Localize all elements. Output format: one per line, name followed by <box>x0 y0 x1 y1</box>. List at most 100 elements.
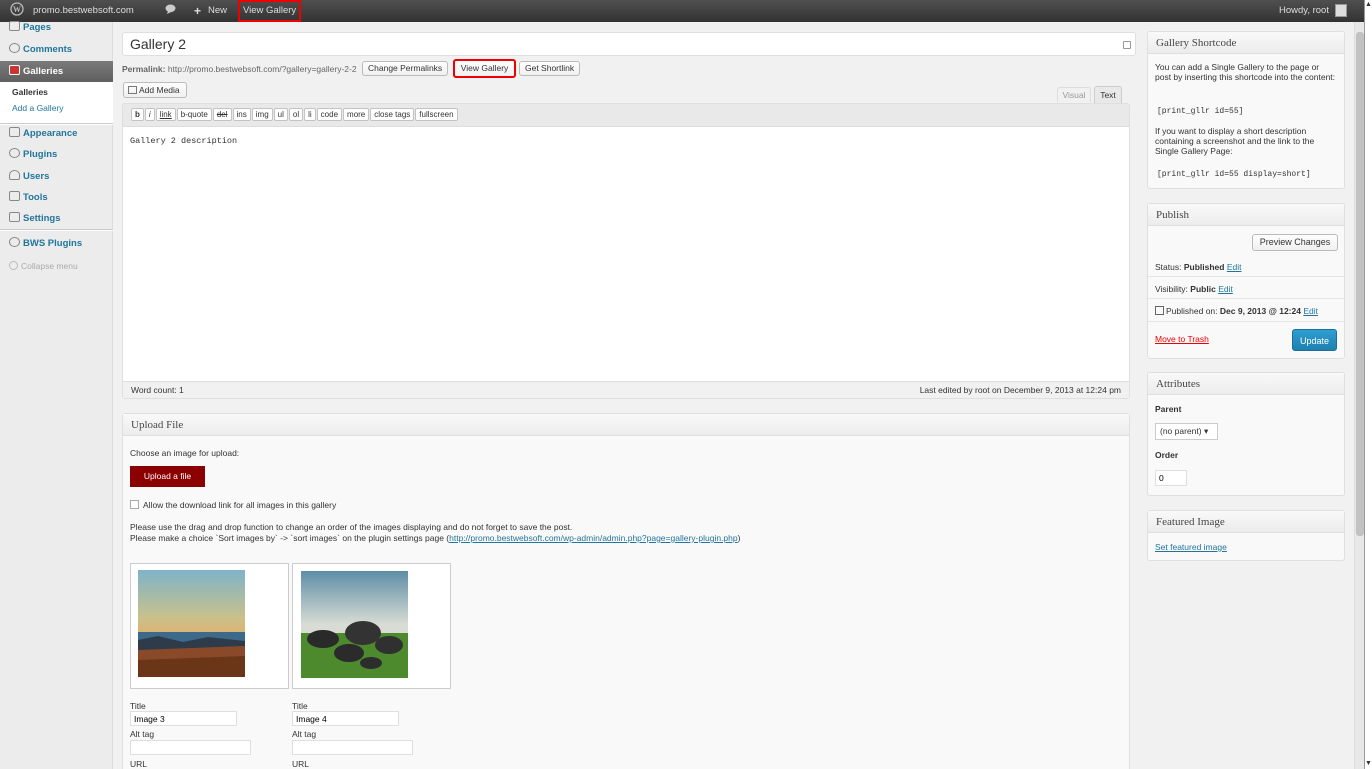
change-permalinks-button[interactable]: Change Permalinks <box>362 61 449 76</box>
menu-label: Users <box>23 171 50 182</box>
image-4-title-input[interactable] <box>292 711 399 726</box>
media-icon <box>128 86 137 94</box>
howdy-user-menu[interactable]: Howdy, root <box>1279 0 1329 22</box>
order-label: Order <box>1155 450 1179 460</box>
site-name-link[interactable]: promo.bestwebsoft.com <box>33 0 134 22</box>
menu-item-tools[interactable]: Tools <box>0 187 113 208</box>
submenu-galleries[interactable]: Galleries <box>12 87 48 97</box>
add-media-label: Add Media <box>139 85 180 95</box>
permalink-url[interactable]: http://promo.bestwebsoft.com/?gallery=ga… <box>168 64 357 74</box>
menu-label: Settings <box>23 213 61 224</box>
drag-drop-note: Please use the drag and drop function to… <box>130 522 573 532</box>
quicktag-button[interactable]: code <box>316 108 343 121</box>
add-media-button[interactable]: Add Media <box>123 82 187 98</box>
menu-label: Tools <box>23 192 48 203</box>
published-value: Dec 9, 2013 @ 12:24 <box>1219 306 1301 316</box>
menu-item-settings[interactable]: Settings <box>0 208 113 229</box>
menu-item-galleries[interactable]: Galleries <box>0 61 113 82</box>
scroll-up-arrow-icon[interactable]: ▲ <box>1365 0 1372 10</box>
user-avatar[interactable] <box>1335 4 1347 17</box>
comments-bubble-icon[interactable] <box>165 0 176 22</box>
post-title-input[interactable]: Gallery 2 <box>122 32 1136 56</box>
gallery-image-card[interactable] <box>130 563 289 689</box>
help-icon[interactable] <box>1123 41 1131 49</box>
menu-item-comments[interactable]: Comments <box>0 39 113 60</box>
quicktag-button[interactable]: b-quote <box>176 108 212 121</box>
galleries-submenu: Galleries Add a Gallery <box>0 82 113 123</box>
visibility-edit-link[interactable]: Edit <box>1218 284 1233 294</box>
image-3-alt-input[interactable] <box>130 740 251 755</box>
quicktag-button[interactable]: more <box>343 108 370 121</box>
image-4-alt-label: Alt tag <box>292 729 317 739</box>
tab-visual[interactable]: Visual <box>1057 87 1091 102</box>
scrollbar-thumb[interactable] <box>1356 32 1364 536</box>
image-3-title-input[interactable] <box>130 711 237 726</box>
quicktag-button[interactable]: ins <box>232 108 251 121</box>
tools-icon <box>9 191 20 201</box>
collapse-menu-button[interactable]: Collapse menu <box>0 256 113 277</box>
view-gallery-adminbar-link[interactable]: View Gallery <box>238 0 302 22</box>
gallery-image-card[interactable] <box>292 563 451 689</box>
publish-box: Publish Preview Changes Status: Publishe… <box>1147 203 1345 359</box>
submenu-add-gallery[interactable]: Add a Gallery <box>12 103 64 113</box>
quicktag-button[interactable]: i <box>144 108 155 121</box>
menu-item-users[interactable]: Users <box>0 166 113 187</box>
publish-title: Publish <box>1148 204 1344 226</box>
wordpress-logo-icon[interactable]: W <box>8 0 26 22</box>
plugin-settings-link[interactable]: http://promo.bestwebsoft.com/wp-admin/ad… <box>449 533 737 543</box>
image-4-thumbnail <box>301 571 408 678</box>
quicktag-button[interactable]: b <box>131 108 144 121</box>
image-3-thumbnail <box>138 570 245 677</box>
pages-icon <box>9 21 20 31</box>
parent-label: Parent <box>1155 404 1182 414</box>
get-shortlink-button[interactable]: Get Shortlink <box>519 61 581 76</box>
upload-file-title: Upload File <box>123 414 1129 436</box>
menu-item-bws-plugins[interactable]: BWS Plugins <box>0 233 113 254</box>
new-content-link[interactable]: New <box>208 0 227 22</box>
image-4-alt-input[interactable] <box>292 740 413 755</box>
published-edit-link[interactable]: Edit <box>1303 306 1318 316</box>
calendar-icon <box>1155 306 1164 315</box>
menu-label: Appearance <box>23 128 78 139</box>
quicktag-button[interactable]: img <box>251 108 273 121</box>
quicktag-button[interactable]: close tags <box>370 108 415 121</box>
preview-changes-button[interactable]: Preview Changes <box>1252 234 1338 251</box>
editor-content[interactable]: Gallery 2 description <box>130 136 237 146</box>
editor-status-bar: Word count: 1 Last edited by root on Dec… <box>123 381 1129 398</box>
quicktag-button[interactable]: li <box>304 108 316 121</box>
menu-item-pages[interactable]: Pages <box>0 21 113 35</box>
quicktag-button[interactable]: ol <box>288 108 304 121</box>
scrollbar-track[interactable] <box>1354 22 1364 769</box>
image-4-url-label: URL <box>292 759 310 769</box>
comments-icon <box>9 43 20 53</box>
menu-item-appearance[interactable]: Appearance <box>0 123 113 144</box>
choose-image-label: Choose an image for upload: <box>130 448 240 458</box>
quicktag-button[interactable]: link <box>155 108 176 121</box>
view-gallery-button[interactable]: View Gallery <box>453 59 516 78</box>
shortcode-text-2: If you want to display a short descripti… <box>1155 126 1315 156</box>
users-icon <box>9 170 20 180</box>
plus-icon[interactable]: + <box>194 0 201 22</box>
image-4-title-label: Title <box>292 701 308 711</box>
update-button[interactable]: Update <box>1292 329 1337 351</box>
tab-text[interactable]: Text <box>1094 86 1122 103</box>
menu-item-plugins[interactable]: Plugins <box>0 144 113 165</box>
move-to-trash-link[interactable]: Move to Trash <box>1155 334 1209 344</box>
status-edit-link[interactable]: Edit <box>1227 262 1242 272</box>
status-label: Status: <box>1155 262 1182 272</box>
quicktag-button[interactable]: fullscreen <box>415 108 458 121</box>
attributes-box: Attributes Parent (no parent) ▾ Order <box>1147 372 1345 496</box>
menu-label: Comments <box>23 44 73 55</box>
dropdown-arrow-icon: ▾ <box>1203 426 1209 436</box>
quicktag-button[interactable]: del <box>212 108 232 121</box>
parent-select[interactable]: (no parent) ▾ <box>1155 423 1218 440</box>
quicktag-button[interactable]: ul <box>273 108 288 121</box>
allow-download-checkbox[interactable] <box>130 500 139 509</box>
order-input[interactable] <box>1155 470 1187 486</box>
upload-file-button[interactable]: Upload a file <box>130 466 205 487</box>
permalink-label: Permalink: <box>122 64 166 74</box>
window-scrollbar[interactable]: ▲ ▼ <box>1364 0 1372 769</box>
divider <box>1148 321 1344 322</box>
set-featured-image-link[interactable]: Set featured image <box>1155 542 1227 552</box>
scroll-down-arrow-icon[interactable]: ▼ <box>1365 759 1372 769</box>
